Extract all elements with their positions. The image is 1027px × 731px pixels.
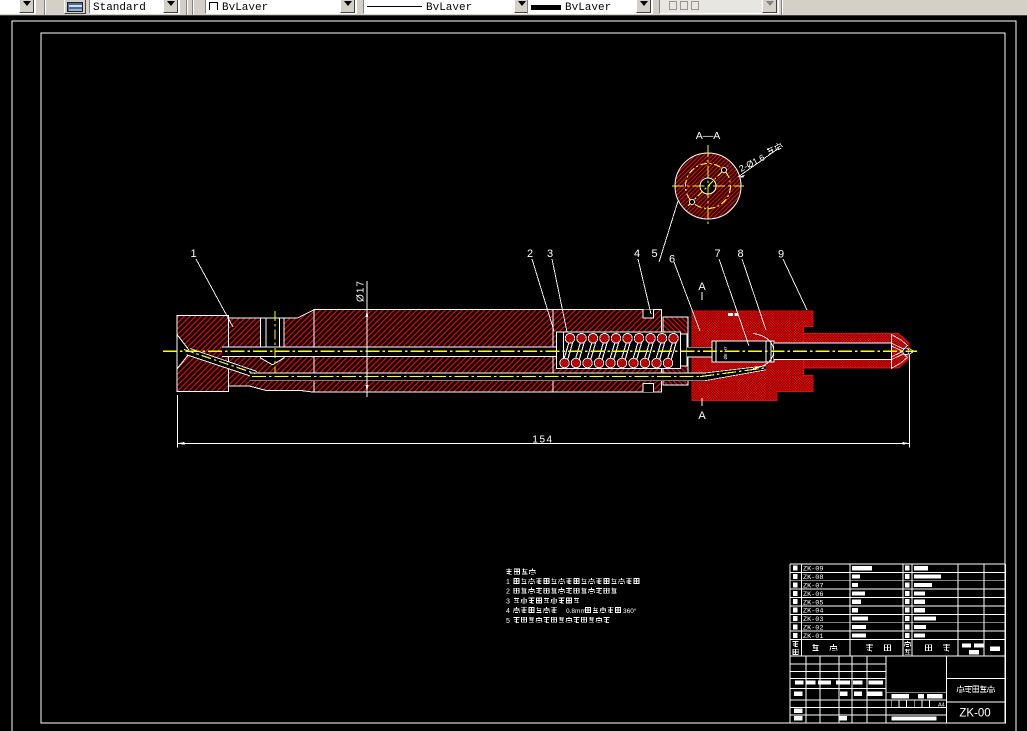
svg-text:360°: 360° [623, 607, 637, 615]
svg-text:154: 154 [532, 435, 553, 446]
svg-text:1: 1 [506, 579, 510, 586]
svg-text:ZK-08: ZK-08 [803, 574, 823, 582]
svg-text:ZK-03: ZK-03 [803, 616, 823, 624]
svg-text:A—A: A—A [696, 130, 721, 142]
svg-text:0.8mm: 0.8mm [566, 608, 586, 615]
svg-text:ZK-06: ZK-06 [803, 591, 823, 599]
svg-text:A: A [698, 281, 706, 293]
svg-text:4: 4 [506, 608, 510, 615]
svg-text:4: 4 [634, 248, 640, 260]
svg-text:ZK-01: ZK-01 [803, 633, 823, 641]
svg-text:3: 3 [506, 598, 510, 605]
svg-text:ZK-07: ZK-07 [803, 583, 823, 591]
svg-text:8: 8 [737, 248, 743, 260]
svg-text:A: A [698, 410, 706, 422]
svg-text:2: 2 [506, 589, 510, 596]
svg-text:5: 5 [506, 618, 510, 625]
svg-text:2-Ø1.6: 2-Ø1.6 [737, 152, 766, 173]
svg-text:ZK-04: ZK-04 [803, 608, 823, 616]
svg-text:Ø17: Ø17 [356, 280, 367, 302]
svg-text:2: 2 [527, 248, 533, 260]
svg-text:ZK-02: ZK-02 [803, 625, 823, 633]
svg-text:7: 7 [714, 248, 720, 260]
svg-text:ZK-00: ZK-00 [959, 708, 990, 720]
svg-text:ZK-09: ZK-09 [803, 566, 823, 574]
svg-text:6: 6 [669, 254, 675, 266]
svg-text:A4: A4 [938, 702, 945, 708]
svg-text:3: 3 [547, 248, 553, 260]
svg-text:ZK-05: ZK-05 [803, 599, 823, 607]
svg-text:1: 1 [190, 248, 196, 260]
svg-text:9: 9 [778, 249, 784, 261]
svg-text:Ø6 H7: Ø6 H7 [723, 346, 728, 360]
svg-text:5: 5 [651, 248, 657, 260]
